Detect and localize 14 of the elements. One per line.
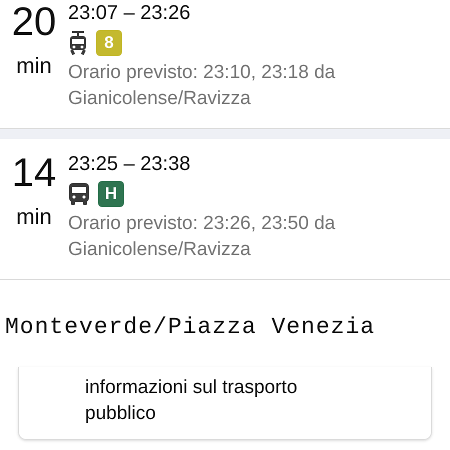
line-badge: H <box>98 181 124 207</box>
scheduled-times: Orario previsto: 23:26, 23:50 da Gianicolense/Ravizza <box>68 212 336 262</box>
info-text: informazioni sul trasporto pubblico <box>85 376 298 426</box>
tram-icon <box>68 30 88 56</box>
line-badge: 8 <box>96 30 122 56</box>
scheduled-times: Orario previsto: 23:10, 23:18 da Gianicolense/Ravizza <box>68 61 336 111</box>
time-range: 23:25 – 23:38 <box>68 152 192 177</box>
minutes-count: 14 <box>12 151 56 195</box>
route-title: Monteverde/Piazza Venezia <box>5 314 376 340</box>
minutes-count: 20 <box>12 0 56 44</box>
time-range: 23:07 – 23:26 <box>68 1 192 26</box>
bus-icon <box>68 182 90 206</box>
minutes-unit: min <box>16 203 52 231</box>
minutes-unit: min <box>16 52 52 80</box>
